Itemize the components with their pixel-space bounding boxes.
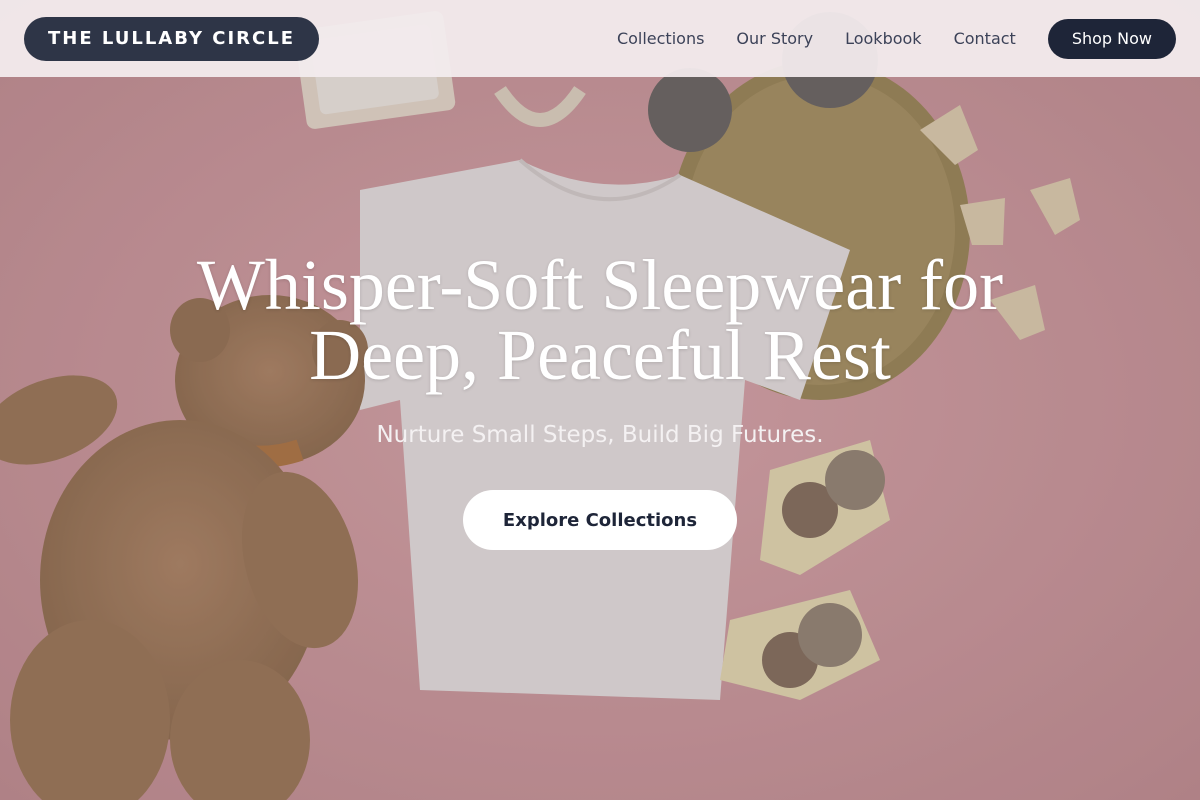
brand-logo[interactable]: THE LULLABY CIRCLE <box>24 16 319 61</box>
hero-section: Whisper-Soft Sleepwear for Deep, Peacefu… <box>0 0 1200 800</box>
nav-link-our-story[interactable]: Our Story <box>736 29 813 48</box>
hero-content: Whisper-Soft Sleepwear for Deep, Peacefu… <box>0 249 1200 550</box>
explore-collections-button[interactable]: Explore Collections <box>462 490 738 550</box>
hero-subtitle: Nurture Small Steps, Build Big Futures. <box>376 422 824 448</box>
hero-title-line2: Deep, Peaceful Rest <box>309 315 891 395</box>
shop-now-button[interactable]: Shop Now <box>1047 18 1176 59</box>
hero-title-line1: Whisper-Soft Sleepwear for <box>196 245 1004 325</box>
nav-link-contact[interactable]: Contact <box>954 29 1016 48</box>
hero-title: Whisper-Soft Sleepwear for Deep, Peacefu… <box>150 249 1050 391</box>
nav-link-lookbook[interactable]: Lookbook <box>845 29 921 48</box>
main-nav: Collections Our Story Lookbook Contact S… <box>617 18 1176 59</box>
site-header: THE LULLABY CIRCLE Collections Our Story… <box>0 0 1200 77</box>
nav-link-collections[interactable]: Collections <box>617 29 704 48</box>
